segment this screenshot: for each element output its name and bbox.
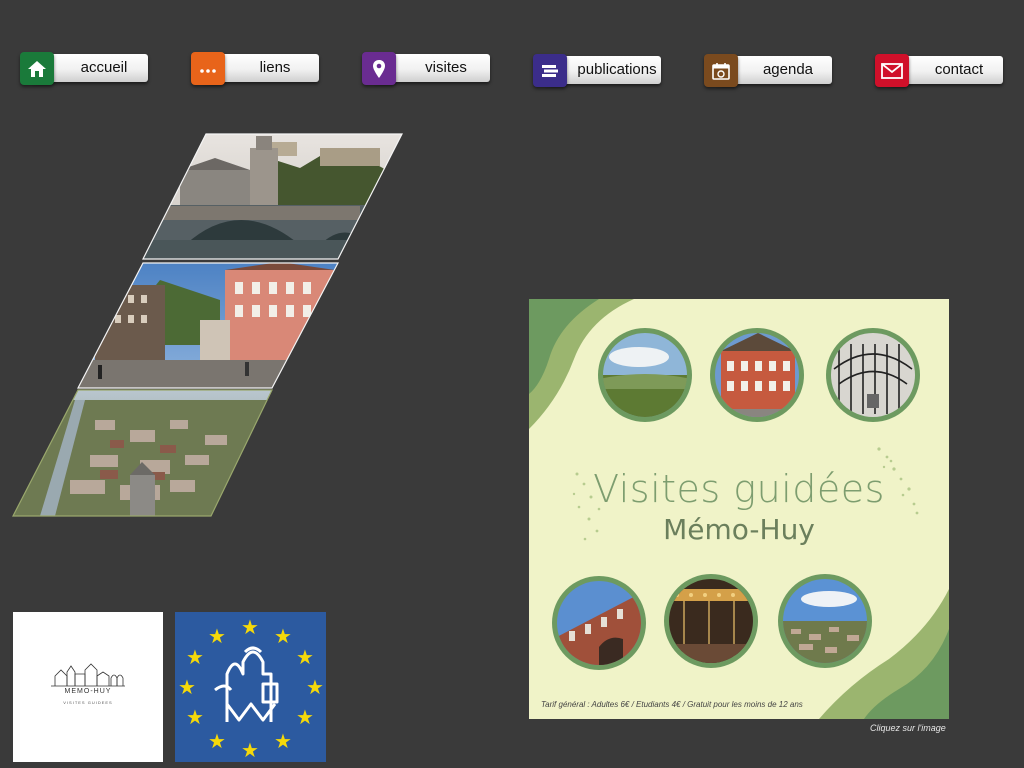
memo-huy-tagline: VISITES GUIDEES (63, 700, 113, 705)
svg-text:★: ★ (208, 624, 226, 648)
svg-text:★: ★ (296, 705, 314, 729)
eu-heritage-logo[interactable]: ★ ★ ★ ★ ★ ★ ★ ★ ★ ★ ★ ★ (175, 612, 326, 762)
memo-huy-name: MEMO-HUY (64, 688, 112, 695)
poster-pricing: Tarif général : Adultes 6€ / Etudiants 4… (541, 700, 803, 709)
photo-town-square[interactable] (75, 262, 340, 390)
svg-text:★: ★ (241, 738, 259, 762)
svg-text:★: ★ (241, 615, 259, 639)
memo-huy-logo[interactable]: MEMO-HUY VISITES GUIDEES (13, 612, 163, 762)
nav-label: contact (934, 61, 984, 78)
envelope-icon (875, 54, 909, 87)
nav-label: accueil (80, 59, 128, 76)
nav-label: agenda (762, 61, 814, 78)
calendar-icon (704, 54, 738, 87)
click-image-caption: Cliquez sur l'image (870, 723, 946, 733)
nav-button-publications[interactable]: publications (533, 54, 661, 87)
svg-text:★: ★ (274, 624, 292, 648)
nav-label: visites (425, 59, 467, 76)
books-icon (533, 54, 567, 87)
nav-button-contact[interactable]: contact (875, 54, 1003, 87)
nav-label: publications (577, 61, 657, 78)
svg-text:★: ★ (274, 729, 292, 753)
svg-text:★: ★ (186, 705, 204, 729)
guided-tours-poster[interactable]: Visites guidées Mémo-Huy Tarif général :… (529, 299, 949, 719)
eu-stars-icon: ★ ★ ★ ★ ★ ★ ★ ★ ★ ★ ★ ★ (178, 615, 324, 762)
nav-button-agenda[interactable]: agenda (704, 54, 832, 87)
photo-aerial-view[interactable] (10, 390, 275, 517)
nav-button-accueil[interactable]: accueil (20, 52, 148, 85)
nav-button-liens[interactable]: liens (191, 52, 319, 85)
home-icon (20, 52, 54, 85)
svg-text:★: ★ (186, 645, 204, 669)
svg-text:★: ★ (296, 645, 314, 669)
memo-huy-logo-mark (51, 663, 125, 687)
map-pin-icon (362, 52, 396, 85)
dots-icon (191, 52, 225, 85)
svg-text:★: ★ (208, 729, 226, 753)
poster-title: Visites guidées (593, 467, 885, 511)
nav-label: liens (259, 59, 291, 76)
svg-text:★: ★ (178, 675, 196, 699)
photo-bridge[interactable] (140, 134, 405, 260)
svg-text:★: ★ (306, 675, 324, 699)
nav-button-visites[interactable]: visites (362, 52, 490, 85)
poster-subtitle: Mémo-Huy (663, 513, 815, 546)
